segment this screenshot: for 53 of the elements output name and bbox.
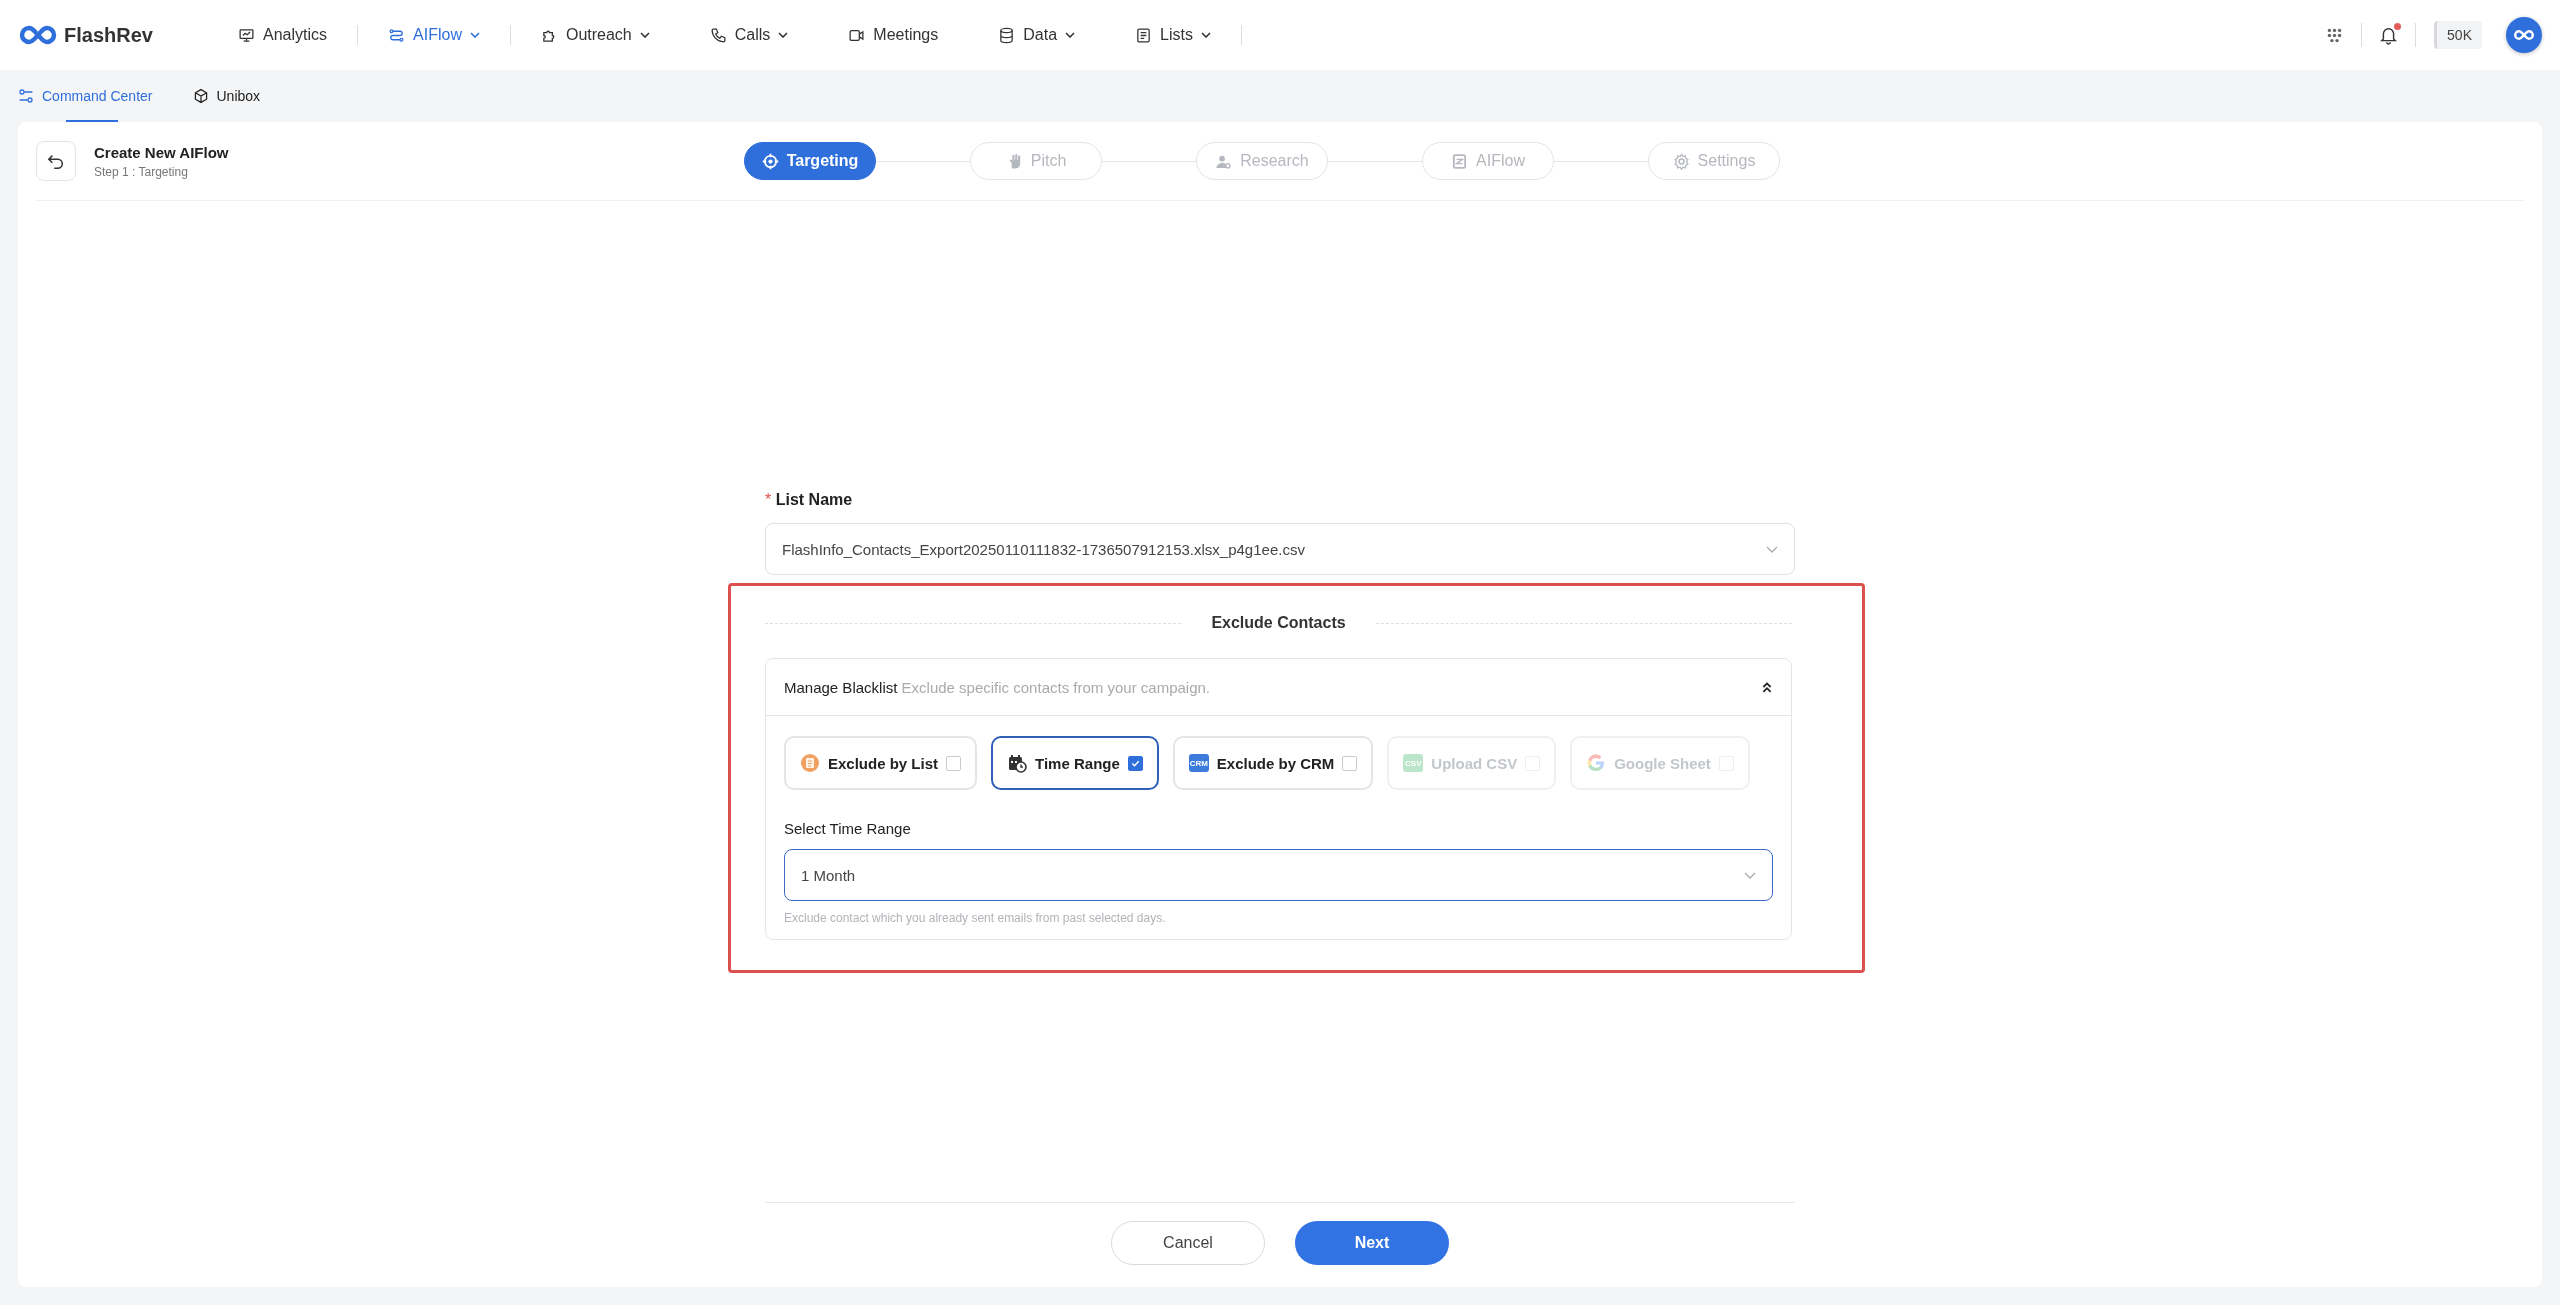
target-icon <box>761 152 779 170</box>
panel-title: Manage Blacklist Exclude specific contacts from your campaign. <box>784 678 1211 696</box>
crm-icon: CRM <box>1188 754 1209 772</box>
collapse-icon[interactable] <box>1761 681 1773 693</box>
undo-arrow-icon <box>47 152 65 170</box>
field-label: * List Name <box>765 491 854 509</box>
checkbox[interactable] <box>946 755 962 771</box>
checkbox[interactable] <box>1127 755 1143 771</box>
nav-item[interactable]: Data <box>968 26 1106 44</box>
avatar[interactable] <box>2506 17 2542 53</box>
chevron-down-icon <box>1766 545 1778 553</box>
field-hint: Exclude contact which you already sent emails from past selected days. <box>784 911 1167 925</box>
sub-tab[interactable]: Unibox <box>192 70 261 122</box>
back-button[interactable] <box>36 141 76 181</box>
list-name-select[interactable]: FlashInfo_Contacts_Export20250110111832-1736507912153.xlsx_p4g1ee.csv <box>765 523 1795 575</box>
phone-icon <box>709 26 727 44</box>
step-pill[interactable]: Targeting <box>744 142 876 180</box>
checkbox[interactable] <box>1342 755 1358 771</box>
list-doc-icon <box>800 753 820 773</box>
nav-item[interactable]: AIFlow <box>358 26 510 44</box>
option-chip[interactable]: Exclude by List <box>784 736 978 790</box>
page-title: Create New AIFlow <box>94 143 229 161</box>
nav-item[interactable]: Analytics <box>208 26 358 44</box>
sliders-icon <box>18 88 34 104</box>
document-icon <box>1451 152 1469 170</box>
brand-name[interactable]: FlashRev <box>64 23 153 47</box>
nav-item[interactable]: Calls <box>679 26 819 44</box>
database-icon <box>998 26 1016 44</box>
nav-item[interactable]: Meetings <box>818 26 969 44</box>
credits-badge: 50K <box>2434 21 2482 49</box>
csv-file-icon: CSV <box>1403 754 1424 772</box>
section-title: Exclude Contacts <box>1211 614 1346 632</box>
logo-icon <box>18 24 58 46</box>
bell-icon[interactable] <box>2380 25 2398 45</box>
chevron-down-icon <box>1744 871 1756 879</box>
nav-item[interactable]: Lists <box>1105 26 1241 44</box>
settings-icon <box>1672 152 1690 170</box>
monitor-icon <box>238 26 255 44</box>
next-button[interactable]: Next <box>1295 1221 1449 1265</box>
nav-item[interactable]: Outreach <box>510 26 680 44</box>
option-chip[interactable]: CRM Exclude by CRM <box>1172 736 1374 790</box>
flow-icon <box>388 26 406 44</box>
time-range-select[interactable]: 1 Month <box>784 849 1773 901</box>
list-icon <box>1135 26 1153 44</box>
field-label: Select Time Range <box>784 820 912 837</box>
apps-grid-icon[interactable] <box>2326 26 2344 44</box>
calendar-clock-icon <box>1007 753 1028 773</box>
cancel-button[interactable]: Cancel <box>1111 1221 1265 1265</box>
page-subtitle: Step 1 : Targeting <box>94 164 189 179</box>
google-icon <box>1586 753 1607 773</box>
cube-icon <box>192 88 209 104</box>
sub-tab[interactable]: Command Center <box>18 70 153 122</box>
option-chip[interactable]: Time Range <box>991 736 1159 790</box>
